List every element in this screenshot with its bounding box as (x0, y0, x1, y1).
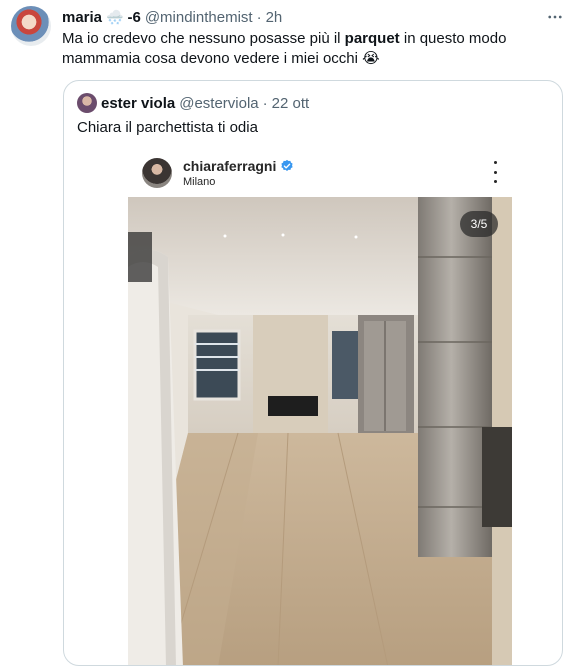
tweet-text-line2: mammamia cosa devono vedere i miei occhi (62, 50, 358, 67)
apartment-interior-image (128, 197, 512, 665)
tweet-header: maria 🌨️ -6 @mindinthemist · 2h (62, 7, 282, 27)
verified-badge-icon (280, 159, 294, 173)
tweet-text-bold: parquet (344, 30, 400, 47)
quote-author-name[interactable]: ester viola (101, 95, 175, 112)
author-avatar[interactable] (11, 6, 51, 46)
tweet-text-part2: in questo modo (399, 30, 507, 47)
more-options-button[interactable] (544, 6, 566, 28)
tweet[interactable]: maria 🌨️ -6 @mindinthemist · 2h Ma io cr… (0, 0, 576, 670)
quote-author-avatar[interactable] (77, 93, 97, 113)
instagram-post-header: chiaraferragni Milano (128, 153, 512, 197)
author-handle[interactable]: @mindinthemist (145, 9, 253, 26)
quote-text: Chiara il parchettista ti odia (77, 119, 258, 136)
apartment-photo: 3/5 (128, 197, 512, 665)
tweet-timestamp[interactable]: 2h (266, 9, 283, 26)
carousel-counter: 3/5 (460, 211, 498, 237)
cloud-rain-emoji-icon: 🌨️ (106, 8, 124, 25)
instagram-avatar (142, 158, 172, 188)
instagram-location: Milano (183, 176, 216, 188)
tweet-text: Ma io credevo che nessuno posasse più il… (62, 29, 562, 69)
tweet-text-part1: Ma io credevo che nessuno posasse più il (62, 30, 345, 47)
quote-author-handle[interactable]: @esterviola (179, 95, 258, 112)
header-separator: · (256, 8, 262, 26)
instagram-username: chiaraferragni (183, 158, 277, 174)
more-vertical-icon (492, 161, 498, 183)
quote-separator: · (262, 94, 268, 112)
author-name-suffix[interactable]: -6 (127, 9, 140, 26)
quote-timestamp[interactable]: 22 ott (272, 95, 310, 112)
instagram-screenshot[interactable]: chiaraferragni Milano 3/5 (128, 153, 512, 665)
crying-face-emoji-icon: 😭 (362, 50, 380, 67)
instagram-username-row: chiaraferragni (183, 158, 294, 174)
more-horizontal-icon (548, 15, 562, 19)
author-name[interactable]: maria (62, 9, 102, 26)
quote-header: ester viola @esterviola · 22 ott (77, 93, 309, 113)
quote-tweet[interactable]: ester viola @esterviola · 22 ott Chiara … (63, 80, 563, 666)
